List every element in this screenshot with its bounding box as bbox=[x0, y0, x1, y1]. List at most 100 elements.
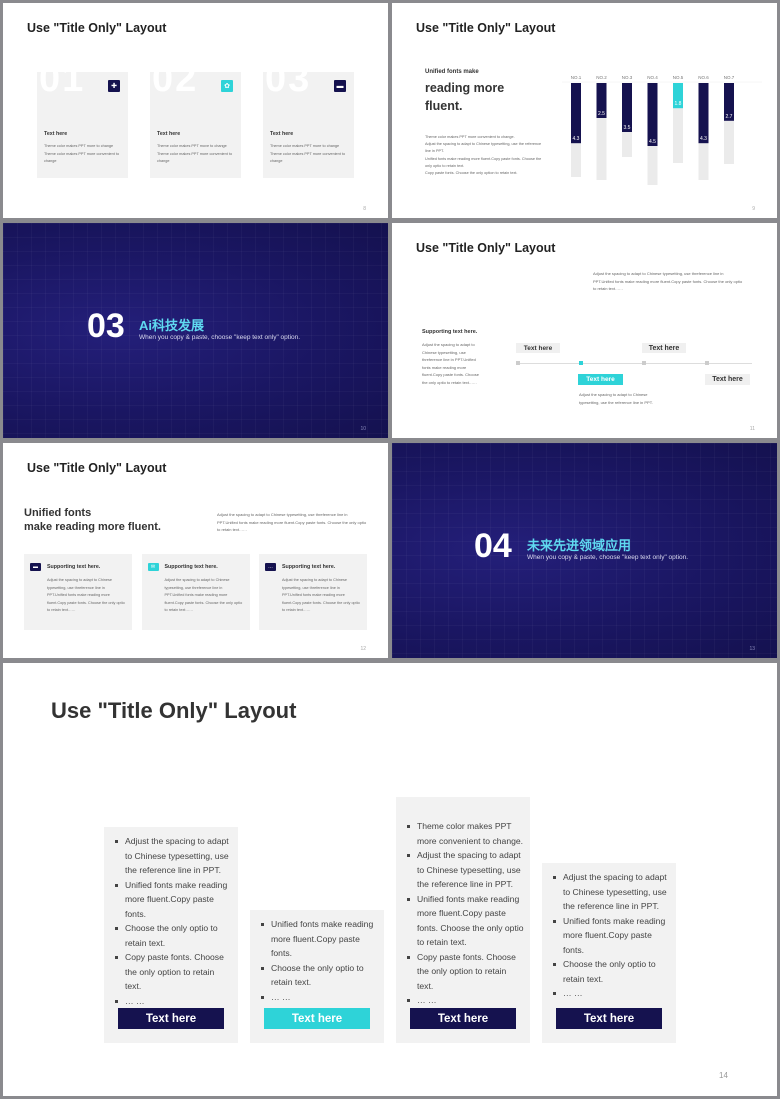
text-here-button[interactable]: Text here bbox=[556, 1008, 662, 1029]
slide-8-thumbnail[interactable]: Use "Title Only" Layout 8 01 ✚ Text here Th… bbox=[3, 3, 388, 218]
bullet-item: Choose the only optio to retain text. bbox=[260, 961, 378, 990]
headline-line-1: Unified fonts bbox=[24, 507, 92, 519]
slide-9-thumbnail[interactable]: Use "Title Only" Layout Unified fonts ma… bbox=[392, 3, 777, 218]
mail-icon: ✉ bbox=[147, 563, 159, 571]
feature-card: 01 ✚ Text here Theme color makes PPT more t… bbox=[37, 58, 128, 178]
x-tick-label: NO.5 bbox=[673, 75, 684, 80]
bullet-item: … … bbox=[406, 993, 524, 1008]
x-tick-label: NO.6 bbox=[698, 75, 709, 80]
bullet-item: Adjust the spacing to adapt to Chinese t… bbox=[406, 848, 524, 892]
bullet-item: Unified fonts make reading more fluent.C… bbox=[260, 917, 378, 961]
bullet-item: Adjust the spacing to adapt to Chinese t… bbox=[552, 870, 670, 914]
data-label: 4.3 bbox=[700, 136, 707, 142]
section-number: 03 bbox=[87, 307, 125, 345]
bullet-item: Copy paste fonts. Choose the only option… bbox=[406, 950, 524, 994]
bullet-item: Theme color makes PPT more convenient to… bbox=[406, 819, 524, 848]
slide-title: Use "Title Only" Layout bbox=[416, 241, 556, 255]
side-text: Adjust the spacing to adapt to Chinese t… bbox=[217, 512, 367, 532]
x-tick-label: NO.7 bbox=[724, 75, 735, 80]
active-note: Adjust the spacing to adapt to Chinese t… bbox=[579, 392, 653, 405]
slide-title: Use "Title Only" Layout bbox=[51, 698, 297, 723]
slide-12-thumbnail[interactable]: Use "Title Only" Layout Unified fonts ma… bbox=[3, 443, 388, 658]
card-heading: Supporting text here. bbox=[164, 564, 218, 570]
card-heading: Supporting text here. bbox=[47, 564, 101, 570]
puzzle-icon: ✚ bbox=[108, 80, 120, 92]
card-body: Theme color makes PPT move to change The… bbox=[157, 144, 233, 163]
gear-icon: ✿ bbox=[221, 80, 233, 92]
page-number: 10 bbox=[360, 426, 366, 432]
card-number: 01 bbox=[39, 58, 86, 100]
timeline-label: Text here bbox=[705, 374, 750, 385]
slide-title: Use "Title Only" Layout bbox=[416, 21, 556, 35]
bullet-item: Unified fonts make reading more fluent.C… bbox=[406, 892, 524, 950]
content-column: Theme color makes PPT more convenient to… bbox=[396, 797, 530, 1043]
content-column: Unified fonts make reading more fluent.C… bbox=[250, 910, 384, 1043]
briefcase-icon: ▬ bbox=[30, 563, 41, 571]
top-text: Adjust the spacing to adapt to Chinese t… bbox=[593, 271, 743, 291]
data-label: 4.3 bbox=[573, 136, 580, 142]
card-body: Adjust the spacing to adapt to Chinese t… bbox=[282, 578, 360, 612]
timeline-marker bbox=[516, 361, 520, 365]
support-body: Adjust the spacing to adapt to Chinese t… bbox=[422, 342, 479, 385]
card-number: 03 bbox=[265, 58, 312, 100]
body-line: Unified fonts make reading more fluent.C… bbox=[425, 156, 542, 168]
card-body: Adjust the spacing to adapt to Chinese t… bbox=[47, 578, 125, 612]
section-number: 04 bbox=[474, 527, 512, 565]
bar bbox=[698, 83, 709, 144]
slide-11-thumbnail[interactable]: Use "Title Only" Layout Adjust the spaci… bbox=[392, 223, 777, 438]
slide-title: Use "Title Only" Layout bbox=[27, 461, 167, 475]
timeline-label: Text here bbox=[642, 343, 686, 353]
card-number: 02 bbox=[152, 58, 199, 100]
bullet-item: Unified fonts make reading more fluent.C… bbox=[552, 914, 670, 958]
bullet-list: Unified fonts make reading more fluent.C… bbox=[260, 917, 378, 1004]
body-text: Theme color makes PPT more convenient to… bbox=[425, 134, 545, 177]
card-heading: Text here bbox=[157, 131, 181, 137]
card-heading: Text here bbox=[270, 131, 294, 137]
feature-card: 02 ✿ Text here Theme color makes PPT move t… bbox=[150, 58, 241, 178]
bullet-item: … … bbox=[552, 986, 670, 1001]
card-body: Adjust the spacing to adapt to Chinese t… bbox=[164, 578, 243, 612]
page-number: 9 bbox=[752, 206, 755, 212]
x-tick-label: NO.2 bbox=[596, 75, 607, 80]
data-label: 1.8 bbox=[675, 101, 682, 107]
bullet-list: Adjust the spacing to adapt to Chinese t… bbox=[552, 870, 670, 1001]
data-label: 3.5 bbox=[624, 125, 631, 131]
slide-14-main: Use "Title Only" Layout 14 Adjust the sp… bbox=[3, 663, 777, 1096]
card-heading: Supporting text here. bbox=[282, 564, 336, 570]
timeline-marker bbox=[705, 361, 709, 365]
page-number: 12 bbox=[360, 646, 366, 652]
card-heading: Text here bbox=[44, 131, 68, 137]
content-column: Adjust the spacing to adapt to Chinese t… bbox=[104, 827, 238, 1043]
section-subtitle: When you copy & paste, choose "keep text… bbox=[527, 554, 689, 561]
data-label: 4.5 bbox=[649, 139, 656, 145]
bar bbox=[571, 83, 581, 144]
text-here-button[interactable]: Text here bbox=[118, 1008, 224, 1029]
section-title: Ai科技发展 bbox=[139, 318, 205, 333]
body-line: Adjust the spacing to adapt to Chinese t… bbox=[425, 142, 542, 154]
timeline-label-active: Text here bbox=[578, 374, 623, 385]
text-here-button[interactable]: Text here bbox=[264, 1008, 370, 1029]
slide-13-thumbnail[interactable]: 04 未来先进领域应用 When you copy & paste, choos… bbox=[392, 443, 777, 658]
support-title: Supporting text here. bbox=[422, 329, 478, 335]
page-number: 11 bbox=[749, 426, 755, 432]
briefcase-icon: ▬ bbox=[334, 80, 346, 92]
bullet-item: Unified fonts make reading more fluent.C… bbox=[114, 878, 232, 922]
x-tick-label: NO.4 bbox=[647, 75, 658, 80]
data-label: 2.5 bbox=[598, 111, 605, 117]
card-body: Theme color makes PPT more to change The… bbox=[270, 144, 346, 163]
content-column: Adjust the spacing to adapt to Chinese t… bbox=[542, 863, 676, 1043]
x-tick-label: NO.3 bbox=[622, 75, 633, 80]
bullet-item: Copy paste fonts. Choose the only option… bbox=[114, 950, 232, 994]
timeline-line bbox=[516, 363, 752, 364]
text-here-button[interactable]: Text here bbox=[410, 1008, 516, 1029]
section-title: 未来先进领域应用 bbox=[527, 538, 632, 553]
bullet-item: Adjust the spacing to adapt to Chinese t… bbox=[114, 834, 232, 878]
bar-chart: NO.1 4.3 NO.2 2.5 NO.3 3.5 NO.4 4.5 NO.5 1.8 NO.6 4… bbox=[562, 75, 762, 185]
slide-10-thumbnail[interactable]: 03 Ai科技发展 When you copy & paste, choose … bbox=[3, 223, 388, 438]
chat-icon: … bbox=[265, 563, 276, 571]
feature-card: 03 ▬ Text here Theme color makes PPT more t… bbox=[263, 58, 354, 178]
bullet-item: Choose the only optio to retain text. bbox=[114, 921, 232, 950]
headline-line-2: make reading more fluent. bbox=[24, 521, 161, 533]
timeline-marker-active bbox=[579, 361, 583, 365]
bullet-list: Theme color makes PPT more convenient to… bbox=[406, 819, 524, 1008]
